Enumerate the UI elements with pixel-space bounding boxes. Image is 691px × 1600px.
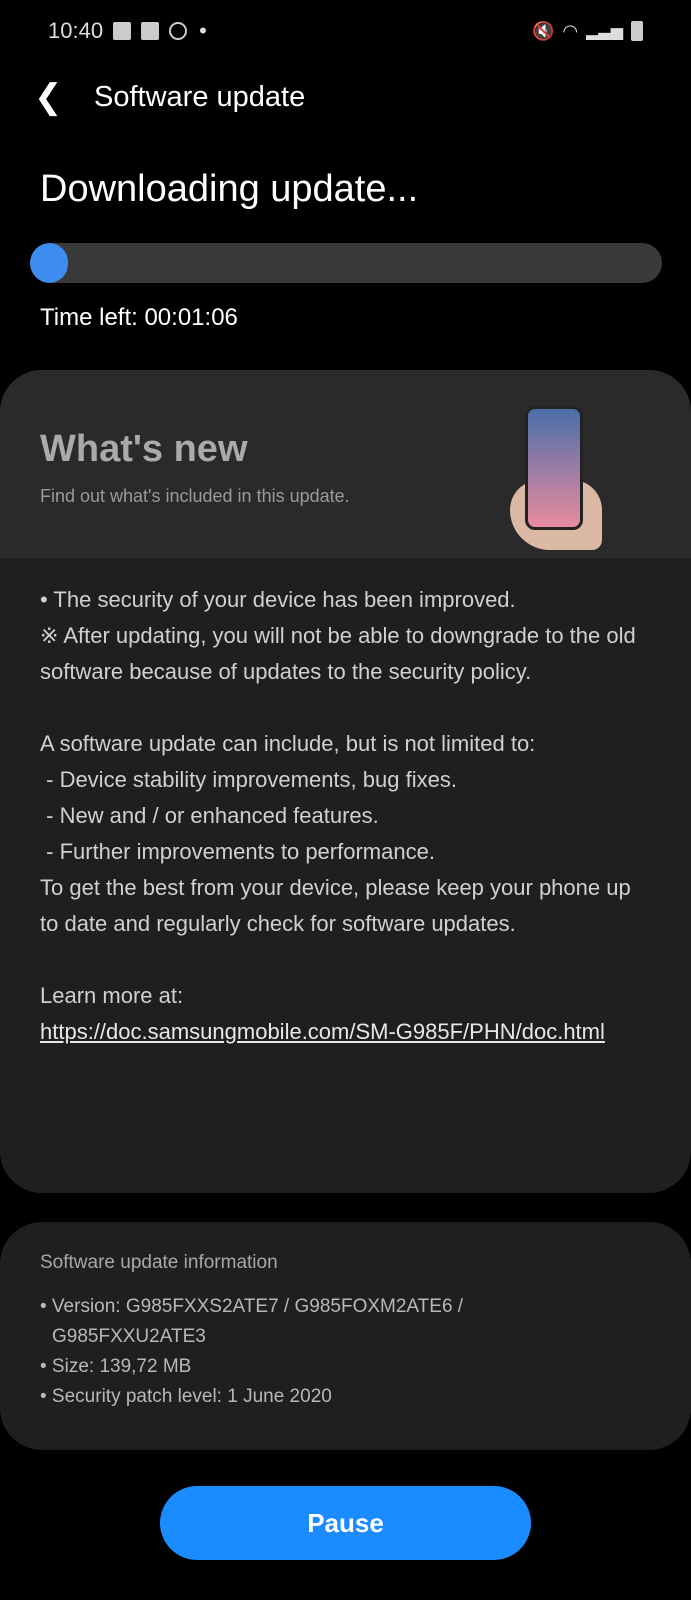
whats-new-title: What's new — [40, 428, 248, 470]
notes-general: A software update can include, but is no… — [40, 731, 631, 936]
phone-illustration — [525, 406, 583, 530]
whats-new-header: What's new Find out what's included in t… — [0, 370, 691, 558]
learn-more-link[interactable]: https://doc.samsungmobile.com/SM-G985F/P… — [40, 1019, 605, 1044]
download-progress-bar — [30, 243, 662, 283]
release-notes: • The security of your device has been i… — [0, 558, 691, 1050]
whats-new-card: What's new Find out what's included in t… — [0, 370, 691, 1193]
sync-icon — [141, 22, 160, 40]
whats-new-subtitle: Find out what's included in this update. — [40, 486, 350, 506]
info-security-patch: • Security patch level: 1 June 2020 — [40, 1386, 332, 1407]
update-info-card: Software update information • Version: G… — [0, 1222, 691, 1450]
back-button[interactable]: ❮ — [34, 77, 74, 117]
info-list: • Version: G985FXXS2ATE7 / G985FOXM2ATE6… — [40, 1292, 651, 1412]
signal-icon: ▂▃▅ — [586, 23, 623, 40]
time-left: Time left: 00:01:06 — [40, 304, 238, 331]
mute-icon: 🔇 — [531, 20, 555, 41]
app-bar: ❮ Software update — [0, 72, 691, 122]
pause-button[interactable]: Pause — [160, 1486, 531, 1560]
gallery-icon — [113, 22, 132, 40]
download-heading: Downloading update... — [40, 168, 419, 210]
learn-more-label: Learn more at: — [40, 983, 184, 1008]
status-bar: 10:40 • 🔇 ◠ ▂▃▅ — [48, 14, 643, 48]
data-saver-icon — [169, 22, 188, 40]
wifi-icon: ◠ — [562, 20, 579, 41]
info-size: • Size: 139,72 MB — [40, 1356, 192, 1377]
dot-icon: • — [199, 18, 207, 43]
info-version: • Version: G985FXXS2ATE7 / G985FOXM2ATE6… — [40, 1296, 464, 1347]
status-time: 10:40 — [48, 18, 104, 43]
battery-icon — [631, 21, 643, 41]
page-title: Software update — [94, 80, 306, 113]
progress-fill — [30, 243, 68, 283]
info-title: Software update information — [40, 1252, 278, 1273]
notes-security: • The security of your device has been i… — [40, 587, 636, 684]
